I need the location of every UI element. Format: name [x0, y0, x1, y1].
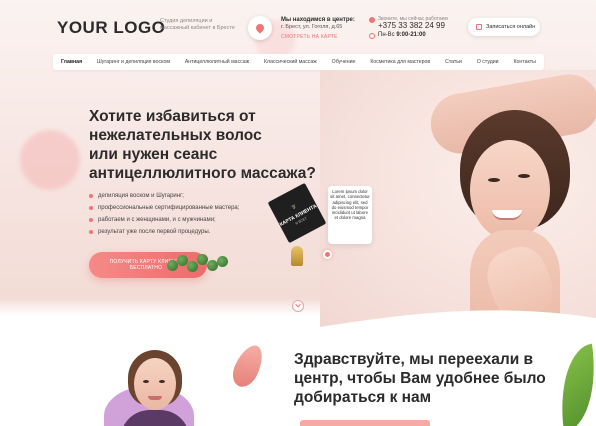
signup-online-button[interactable]: Записаться онлайн [468, 18, 540, 36]
feature-item: профессиональные сертифицированные масте… [89, 202, 239, 214]
nav-item-cosmetics[interactable]: Косметика для мастеров [370, 59, 430, 65]
nav-item-anticellulite[interactable]: Антицеллюлитный массаж [185, 59, 249, 65]
phone-number[interactable]: +375 33 382 24 99 [378, 21, 445, 30]
staff-photo [120, 350, 190, 426]
greenery-decor [165, 252, 235, 276]
feature-item: результат уже после первой процедуры. [89, 226, 239, 238]
client-card-image: ♆ КАРТА КЛИЕНТА Я ВСЕТ [267, 182, 327, 244]
address-title: Мы находимся в центре: [281, 17, 355, 23]
nav-item-contacts[interactable]: Контакты [513, 59, 535, 65]
feature-list: депиляция воском и Шугаринг; профессиона… [89, 190, 239, 238]
scroll-down-button[interactable] [292, 300, 304, 312]
landing-page: YOUR LOGO Студия депиляции и массажный к… [0, 0, 596, 426]
card-logo-icon: ♆ [288, 200, 300, 213]
nav-item-training[interactable]: Обучение [332, 59, 356, 65]
hero-title-line: нежелательных волос [89, 127, 262, 144]
logo[interactable]: YOUR LOGO [57, 18, 165, 38]
nav-item-articles[interactable]: Статьи [445, 59, 462, 65]
moved-heading: Здравствуйте, мы переехали в центр, чтоб… [294, 351, 546, 406]
hero-title-line: Хотите избавиться от [89, 108, 256, 125]
section-accent-bar [300, 420, 430, 426]
clock-icon [369, 33, 375, 39]
nav-item-classic-massage[interactable]: Классический массаж [264, 59, 317, 65]
working-hours: Пн-Вс 9:00-21:00 [378, 32, 426, 38]
feature-item: депиляция воском и Шугаринг; [89, 190, 239, 202]
signup-button-label: Записаться онлайн [486, 24, 536, 30]
hotspot-dot[interactable] [323, 250, 332, 259]
hero-title-line: или нужен сеанс [89, 146, 218, 163]
hero-title: Хотите избавиться от нежелательных волос… [89, 107, 329, 183]
nav-item-home[interactable]: Главная [61, 59, 82, 65]
map-pin-icon[interactable] [248, 16, 272, 40]
feature-item: работаем и с женщинами, и с мужчинами; [89, 214, 239, 226]
nav-item-sugaring[interactable]: Шугаринг и депиляция воском [97, 59, 170, 65]
card-stand [291, 246, 303, 266]
hero-title-line: антицеллюлитного массажа? [89, 165, 316, 182]
map-link[interactable]: СМОТРЕТЬ НА КАРТЕ [281, 34, 338, 40]
main-nav: Главная Шугаринг и депиляция воском Анти… [53, 54, 544, 70]
hours-time: 9:00-21:00 [396, 32, 426, 38]
calendar-icon [476, 24, 482, 30]
hours-days: Пн-Вс [378, 32, 395, 38]
decor-blob [20, 130, 80, 190]
tagline: Студия депиляции и массажный кабинет в Б… [160, 18, 235, 31]
chevron-down-icon [295, 301, 301, 308]
nav-item-about[interactable]: О студии [477, 59, 499, 65]
site-header: YOUR LOGO Студия депиляции и массажный к… [0, 0, 596, 54]
status-dot-icon [369, 17, 375, 23]
card-callout: Lorem ipsum dolor sit amet, consectetur … [328, 186, 372, 244]
address-text: г. Брест, ул. Гоголя, д.65 [281, 24, 343, 30]
